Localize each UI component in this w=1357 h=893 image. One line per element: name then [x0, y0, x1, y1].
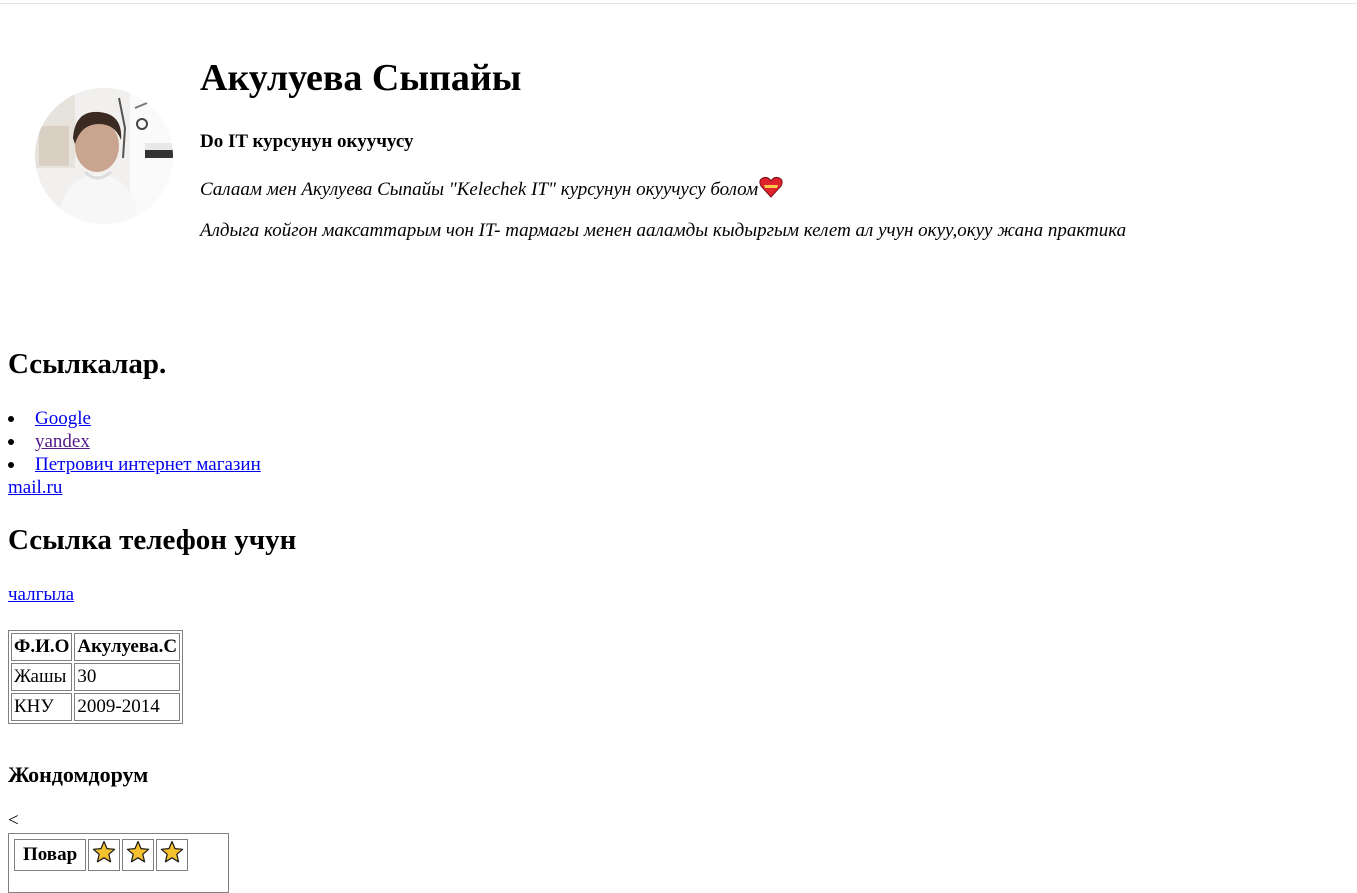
table-cell: КНУ	[11, 693, 73, 721]
call-link[interactable]: чалгыла	[8, 584, 74, 606]
stray-text: <	[8, 810, 19, 831]
profile-photo-icon	[35, 88, 173, 224]
bullet-icon	[8, 439, 14, 445]
star-cell	[122, 839, 155, 871]
table-cell: Жашы	[11, 663, 73, 691]
star-cell	[156, 839, 189, 871]
links-list: Google yandex Петрович интернет магазин	[8, 407, 261, 476]
heart-icon	[759, 176, 783, 204]
bullet-icon	[8, 462, 14, 468]
list-item: Петрович интернет магазин	[8, 453, 261, 476]
petrovich-shop-link[interactable]: Петрович интернет магазин	[35, 454, 261, 475]
star-cell	[88, 839, 121, 871]
goals-paragraph: Алдыга койгон максаттарым чон IT- тармаг…	[200, 220, 1127, 241]
table-row: КНУ 2009-2014	[11, 693, 181, 721]
table-row: Ф.И.О Акулуева.С	[11, 633, 181, 661]
mail-link[interactable]: mail.ru	[8, 477, 62, 499]
bullet-icon	[8, 416, 14, 422]
links-heading: Ссылкалар.	[8, 348, 167, 380]
skills-table: Повар	[8, 833, 229, 893]
avatar	[35, 88, 173, 224]
table-row: Повар	[14, 839, 189, 871]
star-icon	[160, 840, 184, 863]
skills-heading: Жондомдорум	[8, 762, 149, 787]
phone-heading: Ссылка телефон учун	[8, 524, 297, 556]
skills-inner-table: Повар	[12, 837, 190, 873]
star-icon	[92, 840, 116, 863]
list-item: Google	[8, 407, 261, 430]
intro-text: Салаам мен Акулуева Сыпайы "Kelechek IT"…	[200, 179, 759, 200]
profile-name: Акулуева Сыпайы	[200, 57, 522, 99]
table-header-cell: Акулуева.С	[74, 633, 181, 661]
star-icon	[126, 840, 150, 863]
top-divider	[0, 3, 1357, 4]
google-link[interactable]: Google	[35, 408, 91, 429]
yandex-link[interactable]: yandex	[35, 431, 90, 452]
skill-label: Повар	[14, 839, 87, 871]
list-item: yandex	[8, 430, 261, 453]
table-header-cell: Ф.И.О	[11, 633, 73, 661]
profile-subtitle: Do IT курсунун окуучусу	[200, 131, 414, 152]
intro-paragraph: Салаам мен Акулуева Сыпайы "Kelechek IT"…	[200, 176, 783, 204]
info-table: Ф.И.О Акулуева.С Жашы 30 КНУ 2009-2014	[8, 630, 184, 724]
table-row: Жашы 30	[11, 663, 181, 691]
table-cell: 30	[74, 663, 181, 691]
table-cell: 2009-2014	[74, 693, 181, 721]
